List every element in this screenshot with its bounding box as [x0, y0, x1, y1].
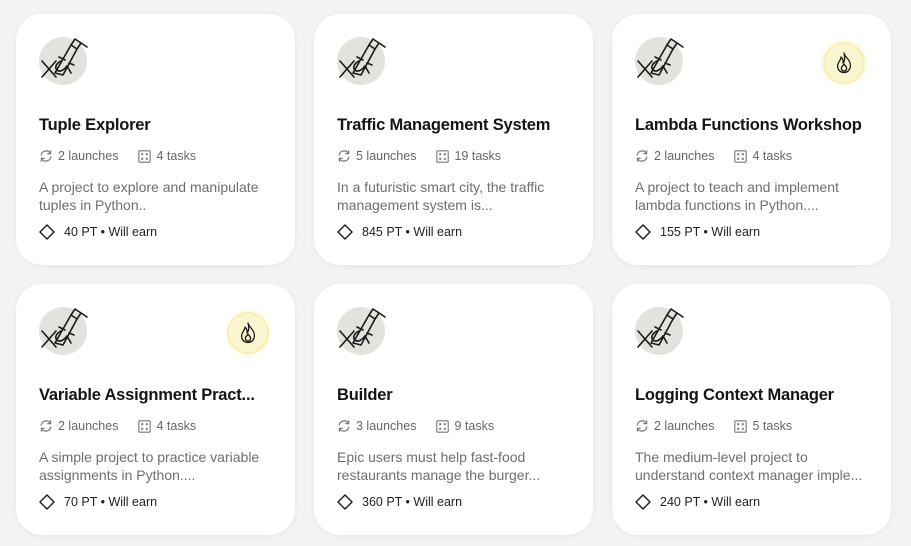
- project-logo: [39, 37, 88, 85]
- launches-count: 2 launches: [654, 419, 715, 433]
- project-meta: 2 launches 4 tasks: [39, 419, 216, 433]
- tasks-count: 5 tasks: [752, 419, 793, 433]
- tasks-stat: 19 tasks: [436, 149, 501, 163]
- tasks-stat: 5 tasks: [734, 419, 792, 433]
- tasks-icon: [436, 419, 450, 433]
- tasks-count: 9 tasks: [454, 419, 495, 433]
- project-description: A simple project to practice variable as…: [39, 449, 260, 483]
- tasks-stat: 4 tasks: [138, 149, 196, 163]
- tasks-stat: 9 tasks: [436, 419, 494, 433]
- pencil-cross-icon: [637, 308, 684, 348]
- project-logo: [337, 307, 386, 355]
- diamond-icon: [635, 224, 651, 240]
- launches-stat: 3 launches: [337, 419, 416, 433]
- points-label: 70 PT • Will earn: [64, 495, 158, 509]
- tasks-icon: [734, 149, 748, 163]
- points-label: 845 PT • Will earn: [362, 225, 463, 239]
- project-card[interactable]: Tuple Explorer 2 launches 4 tasks A proj…: [16, 14, 295, 265]
- diamond-icon: [337, 224, 353, 240]
- points-row: 70 PT • Will earn: [39, 494, 157, 510]
- project-card[interactable]: Lambda Functions Workshop 2 launches 4 t…: [612, 14, 891, 265]
- project-card[interactable]: Traffic Management System 5 launches 19 …: [314, 14, 593, 265]
- flame-icon: [240, 322, 256, 344]
- pencil-cross-icon: [41, 308, 88, 348]
- pencil-cross-icon: [637, 38, 684, 78]
- project-card[interactable]: Logging Context Manager 2 launches 5 tas…: [612, 284, 891, 535]
- launches-count: 5 launches: [356, 149, 417, 163]
- project-meta: 3 launches 9 tasks: [337, 419, 514, 433]
- launches-stat: 2 launches: [39, 149, 118, 163]
- hot-badge: [229, 314, 267, 352]
- points-label: 155 PT • Will earn: [660, 225, 761, 239]
- project-logo: [39, 307, 88, 355]
- tasks-stat: 4 tasks: [734, 149, 792, 163]
- launches-stat: 5 launches: [337, 149, 416, 163]
- project-title: Builder: [337, 386, 393, 404]
- project-meta: 5 launches 19 tasks: [337, 149, 521, 163]
- refresh-icon: [338, 420, 350, 432]
- project-title: Variable Assignment Pract...: [39, 386, 255, 404]
- diamond-icon: [39, 224, 55, 240]
- tasks-icon: [436, 149, 450, 163]
- project-meta: 2 launches 4 tasks: [635, 149, 812, 163]
- tasks-icon: [138, 419, 152, 433]
- project-grid: Tuple Explorer 2 launches 4 tasks A proj…: [0, 0, 911, 546]
- hot-badge: [825, 44, 863, 82]
- project-title: Lambda Functions Workshop: [635, 116, 862, 134]
- launches-stat: 2 launches: [635, 149, 714, 163]
- refresh-icon: [636, 150, 648, 162]
- diamond-icon: [337, 494, 353, 510]
- pencil-cross-icon: [41, 38, 88, 78]
- refresh-icon: [40, 420, 52, 432]
- points-row: 845 PT • Will earn: [337, 224, 462, 240]
- pencil-cross-icon: [339, 38, 386, 78]
- diamond-icon: [635, 494, 651, 510]
- refresh-icon: [338, 150, 350, 162]
- project-card[interactable]: Builder 3 launches 9 tasks Epic users mu…: [314, 284, 593, 535]
- project-card[interactable]: Variable Assignment Pract... 2 launches …: [16, 284, 295, 535]
- project-description: Epic users must help fast-food restauran…: [337, 449, 541, 483]
- diamond-icon: [39, 494, 55, 510]
- points-label: 40 PT • Will earn: [64, 225, 158, 239]
- tasks-stat: 4 tasks: [138, 419, 196, 433]
- refresh-icon: [636, 420, 648, 432]
- points-row: 240 PT • Will earn: [635, 494, 760, 510]
- project-logo: [635, 307, 684, 355]
- tasks-count: 19 tasks: [454, 149, 502, 163]
- launches-count: 2 launches: [58, 149, 119, 163]
- tasks-count: 4 tasks: [752, 149, 793, 163]
- points-row: 155 PT • Will earn: [635, 224, 760, 240]
- pencil-cross-icon: [339, 308, 386, 348]
- project-meta: 2 launches 4 tasks: [39, 149, 216, 163]
- project-description: In a futuristic smart city, the traffic …: [337, 179, 545, 213]
- points-label: 360 PT • Will earn: [362, 495, 463, 509]
- refresh-icon: [40, 150, 52, 162]
- project-title: Traffic Management System: [337, 116, 551, 134]
- project-title: Logging Context Manager: [635, 386, 834, 404]
- tasks-icon: [734, 419, 748, 433]
- project-description: A project to teach and implement lambda …: [635, 179, 839, 213]
- tasks-count: 4 tasks: [156, 419, 197, 433]
- project-description: A project to explore and manipulate tupl…: [39, 179, 259, 213]
- launches-stat: 2 launches: [635, 419, 714, 433]
- launches-count: 3 launches: [356, 419, 417, 433]
- project-title: Tuple Explorer: [39, 116, 151, 134]
- launches-stat: 2 launches: [39, 419, 118, 433]
- launches-count: 2 launches: [58, 419, 119, 433]
- project-description: The medium-level project to understand c…: [635, 449, 863, 483]
- flame-icon: [836, 52, 852, 74]
- launches-count: 2 launches: [654, 149, 715, 163]
- project-logo: [635, 37, 684, 85]
- tasks-count: 4 tasks: [156, 149, 197, 163]
- project-logo: [337, 37, 386, 85]
- points-label: 240 PT • Will earn: [660, 495, 761, 509]
- points-row: 40 PT • Will earn: [39, 224, 157, 240]
- project-meta: 2 launches 5 tasks: [635, 419, 812, 433]
- points-row: 360 PT • Will earn: [337, 494, 462, 510]
- tasks-icon: [138, 149, 152, 163]
